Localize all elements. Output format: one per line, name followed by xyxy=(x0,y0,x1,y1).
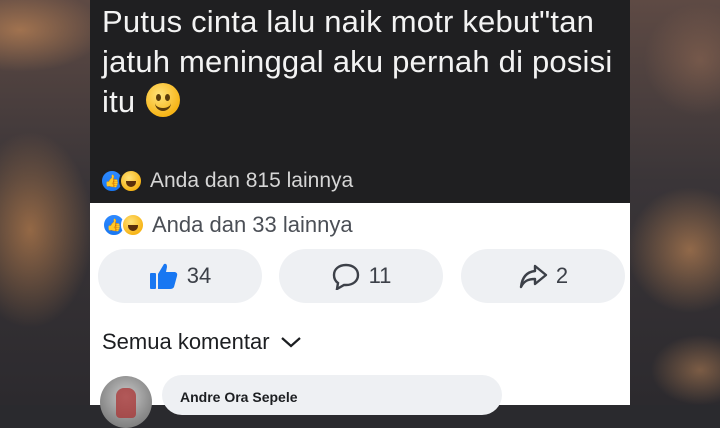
thumbs-up-icon xyxy=(149,262,179,290)
share-icon xyxy=(518,262,548,290)
reaction-summary-top[interactable]: 👍 Anda dan 815 lainnya xyxy=(100,168,353,194)
reaction-count-text: Anda dan 815 lainnya xyxy=(150,169,354,192)
reaction-count-text: Anda dan 33 lainnya xyxy=(152,212,353,237)
smile-emoji-icon xyxy=(146,83,181,117)
comment-count: 11 xyxy=(368,263,392,288)
reaction-icons: 👍 xyxy=(102,212,148,238)
comment-button[interactable]: 11 xyxy=(279,249,443,303)
like-count: 34 xyxy=(186,263,212,288)
comment-author[interactable]: Andre Ora Sepele xyxy=(180,389,298,405)
haha-reaction-icon xyxy=(121,213,145,237)
chevron-down-icon xyxy=(280,329,302,355)
post-body: Putus cinta lalu naik motr kebut"tan jat… xyxy=(90,0,630,203)
reaction-icons: 👍 xyxy=(100,168,146,194)
comment-filter-dropdown[interactable]: Semua komentar xyxy=(102,329,302,355)
avatar[interactable] xyxy=(100,376,152,428)
comment-filter-label: Semua komentar xyxy=(102,329,270,354)
share-button[interactable]: 2 xyxy=(461,249,625,303)
like-button[interactable]: 34 xyxy=(98,249,262,303)
action-bar: 34 11 2 xyxy=(98,249,625,303)
reaction-summary-bottom[interactable]: 👍 Anda dan 33 lainnya xyxy=(102,212,353,238)
post-footer: 👍 Anda dan 33 lainnya 34 11 2 Semua kome… xyxy=(90,203,630,428)
share-count: 2 xyxy=(555,263,569,288)
comment-icon xyxy=(331,262,361,290)
haha-reaction-icon xyxy=(119,169,143,193)
post-card: Putus cinta lalu naik motr kebut"tan jat… xyxy=(90,0,630,428)
comment-bubble: Andre Ora Sepele xyxy=(162,375,502,415)
post-text-block: Putus cinta lalu naik motr kebut"tan jat… xyxy=(102,2,622,122)
